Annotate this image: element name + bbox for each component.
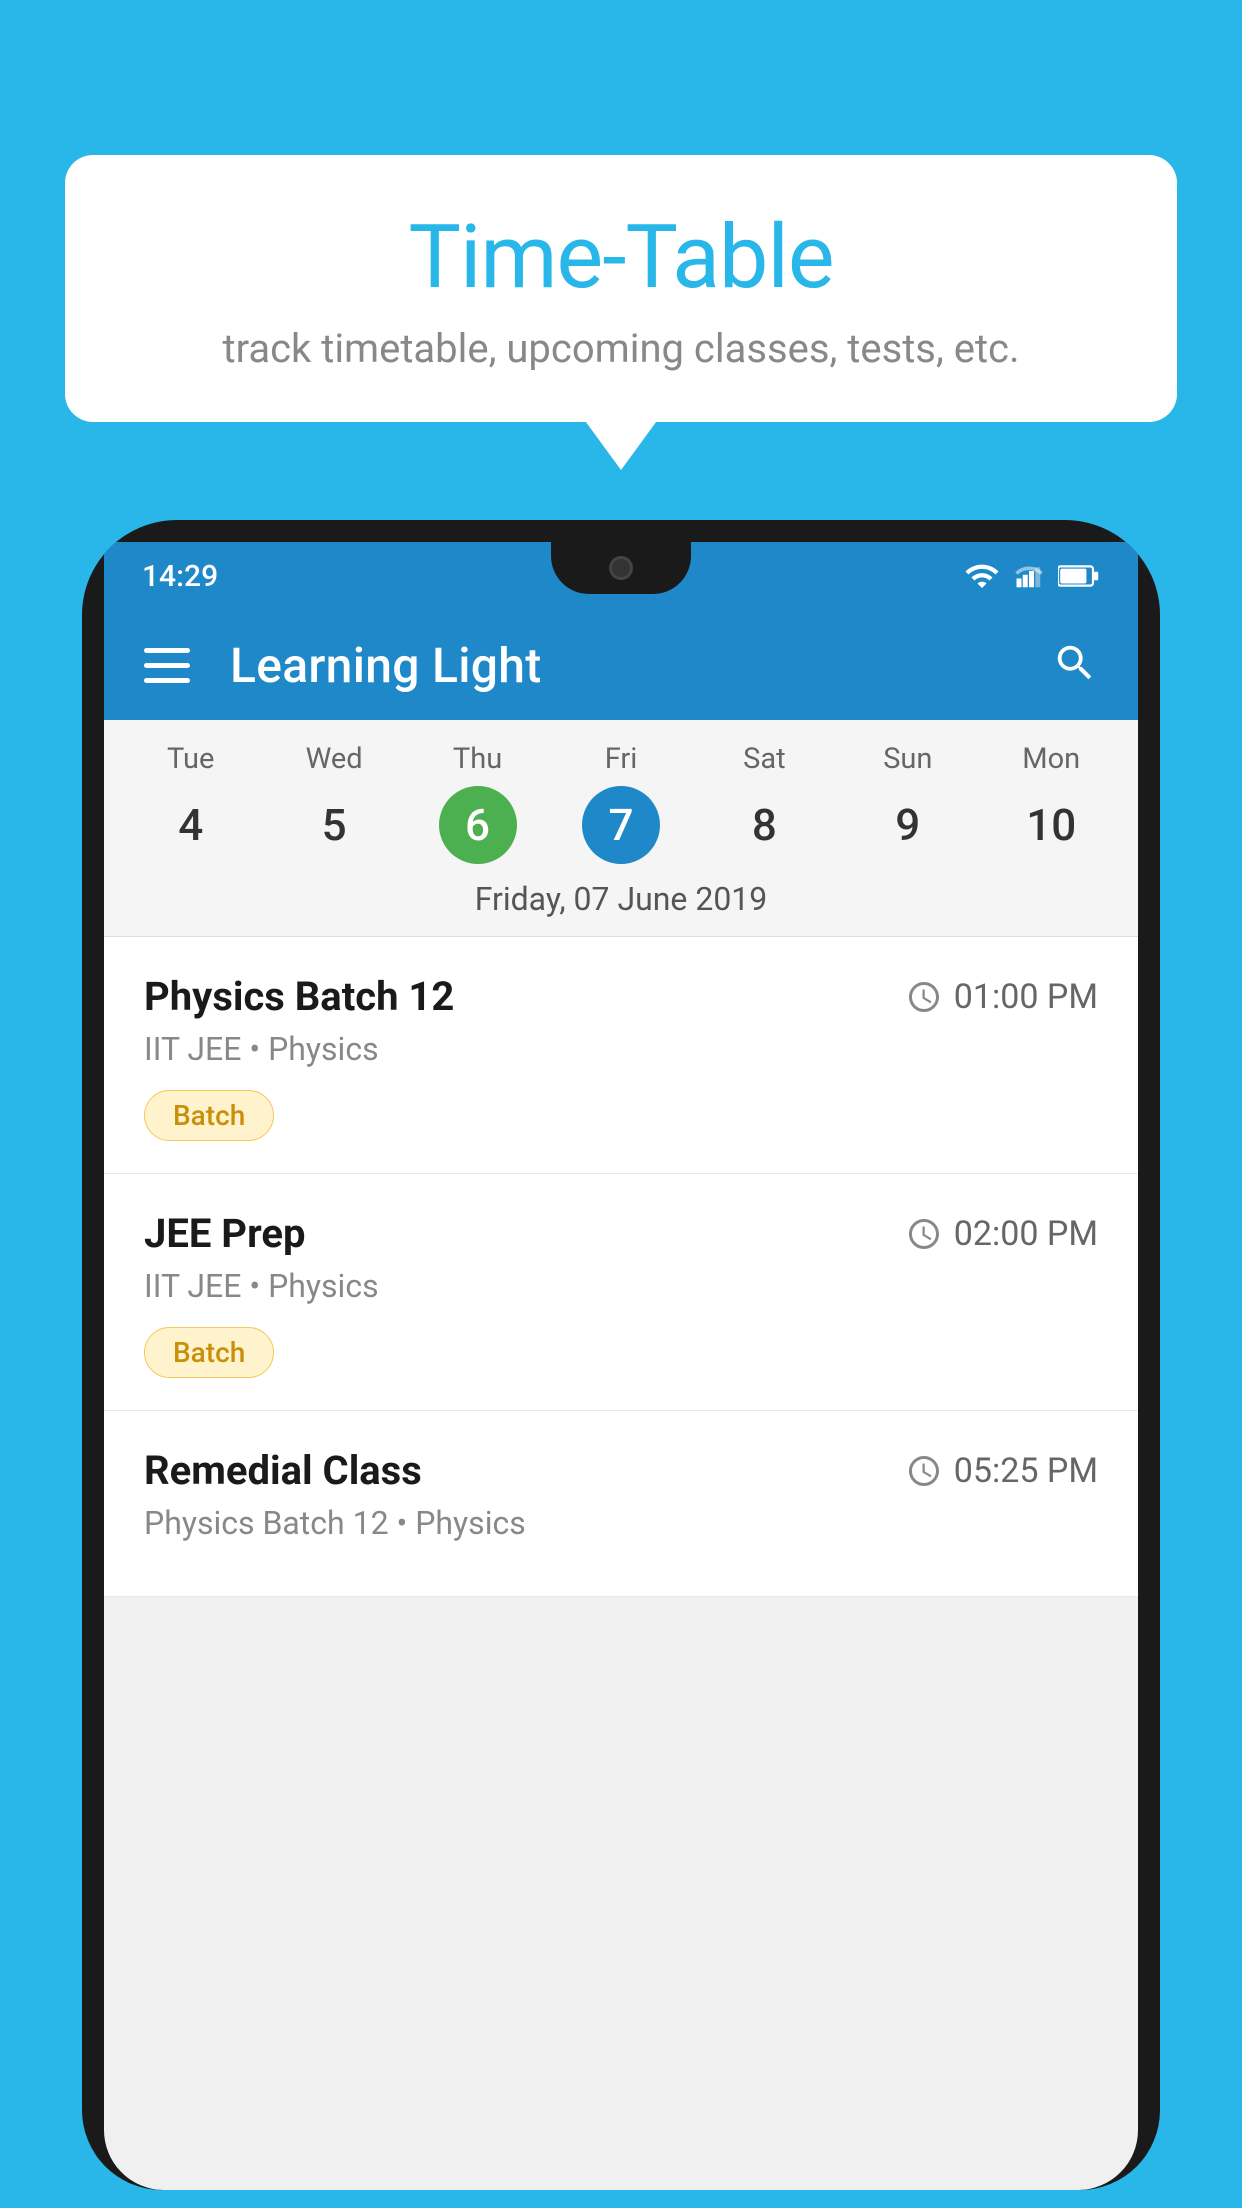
battery-icon [1058,563,1100,589]
day-number: 4 [152,786,230,864]
class-list: Physics Batch 12 01:00 PM IIT JEE • Physi… [104,937,1138,1597]
clock-icon [906,1453,942,1489]
phone-screen: Learning Light Tue4Wed5Thu6Fri7Sat8Sun9M… [104,610,1138,2190]
week-day-col[interactable]: Thu 6 [406,742,549,864]
tooltip-title: Time-Table [125,210,1117,307]
week-day-col[interactable]: Fri 7 [549,742,692,864]
day-name: Mon [1022,742,1080,776]
calendar-strip: Tue 4 Wed 5 Thu 6 Fri 7 Sat 8 Sun 9 Mon 10 Friday, 07… [104,720,1138,937]
day-name: Wed [306,742,363,776]
day-name: Tue [167,742,214,776]
class-item[interactable]: Remedial Class 05:25 PM Physics Batch 12 … [104,1411,1138,1597]
status-bar: 14:29 [104,542,1138,610]
class-meta: Physics Batch 12 • Physics [144,1504,1098,1542]
app-title: Learning Light [230,637,1012,694]
status-icons [964,558,1100,594]
class-meta: IIT JEE • Physics [144,1030,1098,1068]
wifi-icon [964,558,1000,594]
day-number: 8 [725,786,803,864]
search-icon [1052,640,1098,686]
day-number: 5 [295,786,373,864]
week-day-col[interactable]: Wed 5 [262,742,405,864]
phone-wrapper: 14:29 [82,520,1160,2208]
app-toolbar: Learning Light [104,610,1138,720]
search-button[interactable] [1052,640,1098,690]
tooltip-subtitle: track timetable, upcoming classes, tests… [125,325,1117,372]
status-time: 14:29 [142,559,218,594]
day-number: 10 [1012,786,1090,864]
day-number: 6 [439,786,517,864]
phone-camera [609,556,633,580]
week-day-col[interactable]: Sat 8 [693,742,836,864]
phone-notch [551,542,691,594]
class-name: JEE Prep [144,1210,305,1257]
day-name: Thu [453,742,502,776]
batch-badge: Batch [144,1090,274,1141]
clock-icon [906,979,942,1015]
class-item[interactable]: Physics Batch 12 01:00 PM IIT JEE • Physi… [104,937,1138,1174]
class-time: 01:00 PM [906,977,1098,1017]
day-number: 9 [869,786,947,864]
class-item[interactable]: JEE Prep 02:00 PM IIT JEE • Physics Batch [104,1174,1138,1411]
tooltip-card: Time-Table track timetable, upcoming cla… [65,155,1177,422]
day-name: Fri [605,742,638,776]
week-day-col[interactable]: Tue 4 [119,742,262,864]
class-name: Physics Batch 12 [144,973,454,1020]
week-day-col[interactable]: Sun 9 [836,742,979,864]
clock-icon [906,1216,942,1252]
class-time: 02:00 PM [906,1214,1098,1254]
class-time: 05:25 PM [906,1451,1098,1491]
phone-outer: 14:29 [82,520,1160,2190]
class-meta: IIT JEE • Physics [144,1267,1098,1305]
day-number: 7 [582,786,660,864]
menu-icon[interactable] [144,648,190,683]
week-day-col[interactable]: Mon 10 [980,742,1123,864]
batch-badge: Batch [144,1327,274,1378]
signal-icon [1014,561,1044,591]
week-days-row: Tue 4 Wed 5 Thu 6 Fri 7 Sat 8 Sun 9 Mon 10 [104,730,1138,864]
day-name: Sun [883,742,932,776]
day-name: Sat [743,742,785,776]
selected-date-label: Friday, 07 June 2019 [104,864,1138,937]
class-name: Remedial Class [144,1447,422,1494]
